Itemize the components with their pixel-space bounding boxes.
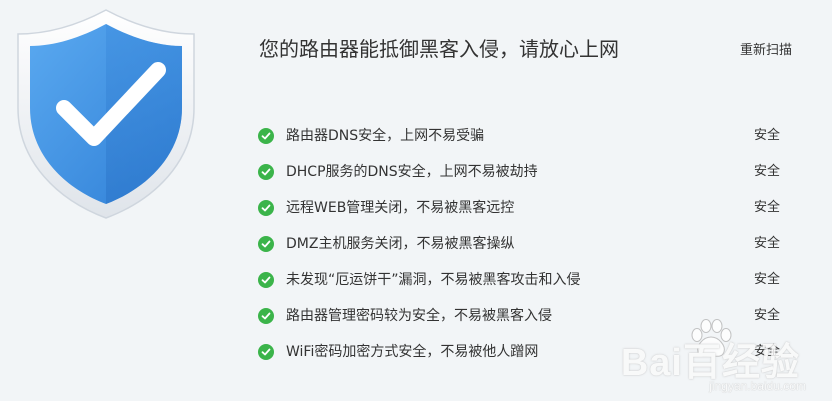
check-item-label: 路由器DNS安全，上网不易受骗 <box>286 128 485 144</box>
check-item-remote-web: 远程WEB管理关闭，不易被黑客远控 安全 <box>258 190 798 226</box>
check-circle-icon <box>258 344 274 360</box>
check-item-label: DHCP服务的DNS安全，上网不易被劫持 <box>286 164 538 180</box>
check-item-label: 路由器管理密码较为安全，不易被黑客入侵 <box>286 308 552 324</box>
check-item-label: 远程WEB管理关闭，不易被黑客远控 <box>286 200 515 216</box>
check-circle-icon <box>258 200 274 216</box>
check-circle-icon <box>258 236 274 252</box>
security-check-list: 路由器DNS安全，上网不易受骗 安全 DHCP服务的DNS安全，上网不易被劫持 … <box>258 118 798 370</box>
check-status: 安全 <box>754 344 781 359</box>
check-circle-icon <box>258 272 274 288</box>
check-status: 安全 <box>754 164 781 179</box>
check-status: 安全 <box>754 308 781 323</box>
check-status: 安全 <box>754 128 781 143</box>
router-security-panel: 您的路由器能抵御黑客入侵，请放心上网 重新扫描 路由器DNS安全，上网不易受骗 … <box>0 0 832 401</box>
shield-check-icon <box>8 4 204 224</box>
watermark-url: jingyan.baidu.com <box>709 379 806 393</box>
check-item-wifi-encryption: WiFi密码加密方式安全，不易被他人蹭网 安全 <box>258 334 798 370</box>
check-status: 安全 <box>754 236 781 251</box>
check-item-dhcp-dns: DHCP服务的DNS安全，上网不易被劫持 安全 <box>258 154 798 190</box>
check-status: 安全 <box>754 200 781 215</box>
rescan-link[interactable]: 重新扫描 <box>740 42 792 60</box>
check-item-admin-password: 路由器管理密码较为安全，不易被黑客入侵 安全 <box>258 298 798 334</box>
check-item-label: DMZ主机服务关闭，不易被黑客操纵 <box>286 236 515 252</box>
check-item-dns: 路由器DNS安全，上网不易受骗 安全 <box>258 118 798 154</box>
check-circle-icon <box>258 308 274 324</box>
check-item-label: 未发现“厄运饼干”漏洞，不易被黑客攻击和入侵 <box>286 272 581 288</box>
check-status: 安全 <box>754 272 781 287</box>
check-circle-icon <box>258 128 274 144</box>
check-item-label: WiFi密码加密方式安全，不易被他人蹭网 <box>286 344 539 360</box>
page-title: 您的路由器能抵御黑客入侵，请放心上网 <box>259 37 619 61</box>
check-item-misfortune-cookie: 未发现“厄运饼干”漏洞，不易被黑客攻击和入侵 安全 <box>258 262 798 298</box>
check-circle-icon <box>258 164 274 180</box>
check-item-dmz: DMZ主机服务关闭，不易被黑客操纵 安全 <box>258 226 798 262</box>
